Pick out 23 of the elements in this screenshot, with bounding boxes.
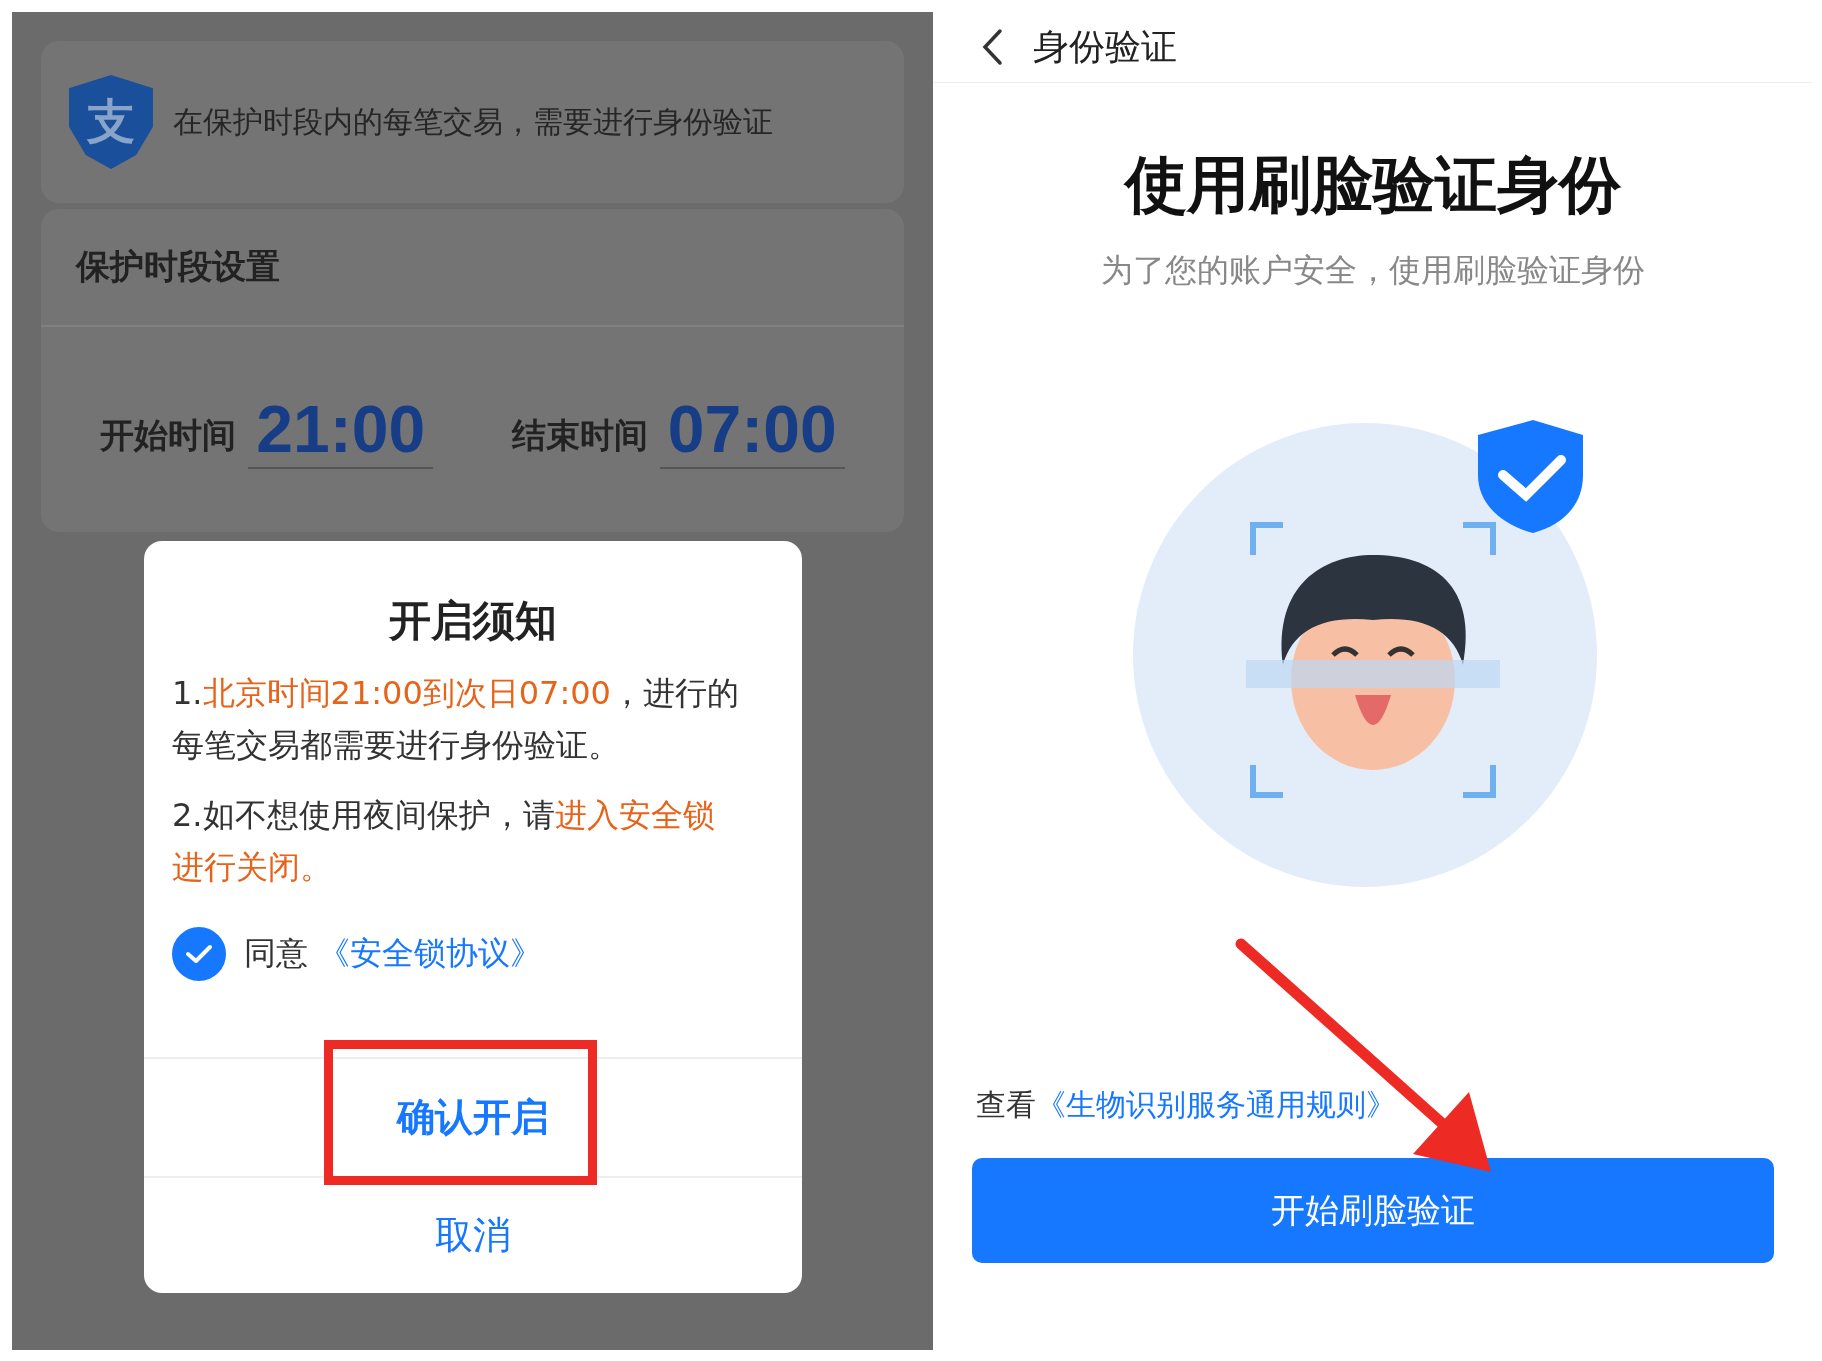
- heading: 使用刷脸验证身份: [1124, 147, 1621, 223]
- start-face-verification-button[interactable]: 开始刷脸验证: [971, 1158, 1774, 1263]
- agree-text: 同意 《安全锁协议》: [244, 933, 543, 974]
- back-icon[interactable]: [981, 28, 1003, 66]
- banner-text: 在保护时段内的每笔交易，需要进行身份验证: [173, 102, 773, 141]
- notice-text: 1.北京时间21:00到次日07:00，进行的每笔交易都需要进行身份验证。: [172, 673, 740, 766]
- dialog-title: 开启须知: [388, 595, 558, 647]
- page-title: 身份验证: [1033, 24, 1177, 69]
- end-time-value[interactable]: 07:00: [659, 390, 845, 469]
- terms-text: 查看《生物识别服务通用规则》: [976, 1086, 1396, 1124]
- subtitle: 为了您的账户安全，使用刷脸验证身份: [1100, 250, 1645, 291]
- end-time-label: 结束时间: [511, 413, 648, 457]
- cancel-button[interactable]: 取消: [144, 1176, 802, 1293]
- card-title: 保护时段设置: [76, 245, 280, 288]
- agree-checkbox[interactable]: [172, 927, 226, 981]
- terms-link[interactable]: 《生物识别服务通用规则》: [1036, 1087, 1396, 1122]
- start-time-label: 开始时间: [100, 413, 237, 457]
- confirm-button[interactable]: 确认开启: [144, 1057, 802, 1176]
- check-icon: [185, 943, 213, 965]
- agreement-link[interactable]: 《安全锁协议》: [318, 934, 543, 972]
- notice-text: 2.如不想使用夜间保护，请进入安全锁进行关闭。: [172, 795, 716, 888]
- start-time-value[interactable]: 21:00: [248, 390, 434, 469]
- shield-logo: 支: [69, 75, 153, 169]
